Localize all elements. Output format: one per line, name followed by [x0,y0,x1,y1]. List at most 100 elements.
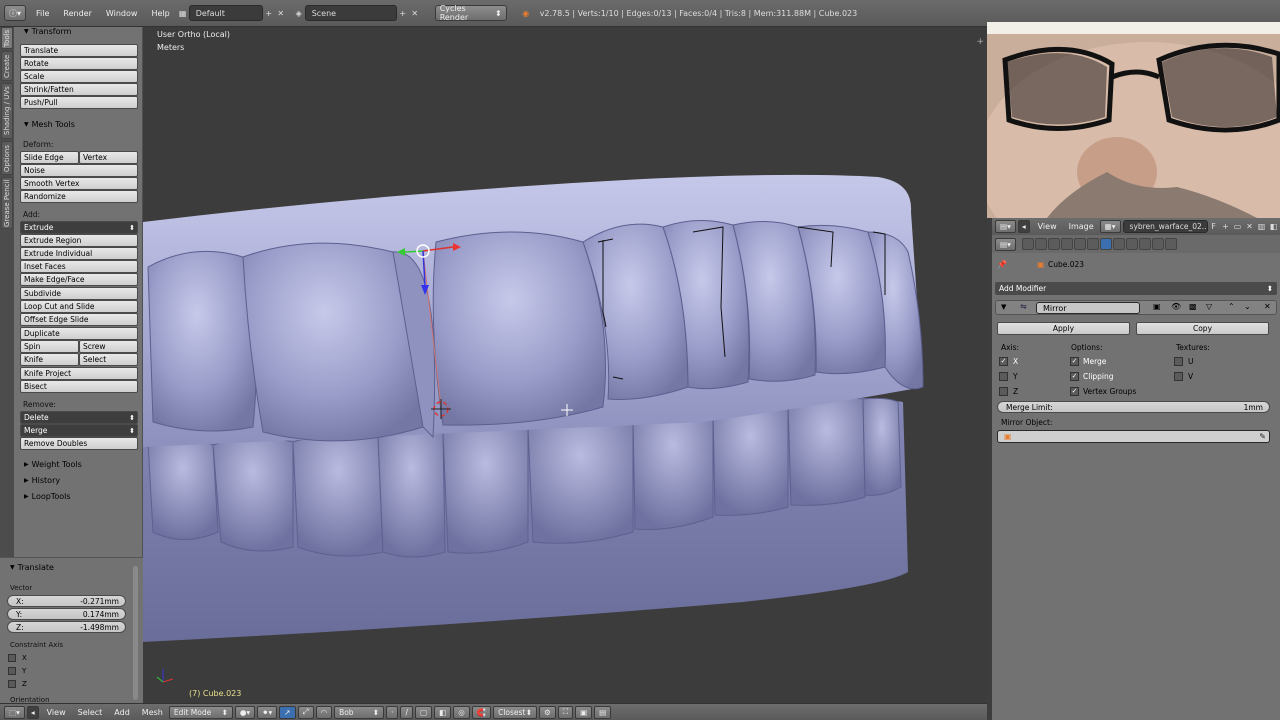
screw-button[interactable]: Screw [79,340,138,353]
image-browse-icon[interactable]: ▦▾ [1099,220,1121,233]
tab-create[interactable]: Create [1,51,13,81]
proportional-edit-icon[interactable]: ◎ [453,705,470,719]
editor-type-3d-button[interactable]: ⬚▾ [4,705,25,719]
modifier-cage-icon[interactable]: ▽ [1206,302,1212,311]
menu-render[interactable]: Render [63,9,91,18]
image-fake-user[interactable]: F [1208,221,1220,233]
texture-u-checkbox[interactable] [1174,357,1183,366]
extrude-menu[interactable]: Extrude [20,221,138,234]
modifier-viewport-icon[interactable]: 👁 [1171,302,1181,311]
snap-toggle-icon[interactable]: 🧲 [471,705,492,719]
image-menu-view[interactable]: View [1038,222,1057,231]
pin-icon[interactable]: 📌 [997,260,1007,269]
knife-select-button[interactable]: Select [79,353,138,366]
shrink-fatten-button[interactable]: Shrink/Fatten [20,83,138,96]
material-tab-icon[interactable] [1125,238,1138,250]
object-tab-icon[interactable] [1073,238,1086,250]
rotate-button[interactable]: Rotate [20,57,138,70]
knife-button[interactable]: Knife [20,353,79,366]
editor-type-button[interactable]: ⓘ▾ [4,5,27,21]
constraint-z-checkbox[interactable] [8,680,16,688]
texture-v-checkbox[interactable] [1174,372,1183,381]
menu-window[interactable]: Window [106,9,138,18]
offset-edge-slide-button[interactable]: Offset Edge Slide [20,313,138,326]
make-edge-face-button[interactable]: Make Edge/Face [20,273,138,286]
image-view-icon[interactable]: ◧ [1268,221,1280,233]
add-layout-icon[interactable]: + [263,7,275,19]
clipping-checkbox[interactable]: ✓ [1070,372,1079,381]
face-select-icon[interactable]: ▢ [415,705,433,719]
image-header-toggle[interactable]: ◂ [1017,220,1030,233]
loop-cut-slide-button[interactable]: Loop Cut and Slide [20,300,138,313]
spin-button[interactable]: Spin [20,340,79,353]
panel-looptools[interactable]: LoopTools [14,489,143,503]
layout-grid-icon[interactable]: ▦ [177,7,189,19]
translate-manipulator-icon[interactable]: ⤢ [297,705,314,719]
image-pin-icon[interactable]: ▥ [1256,221,1268,233]
scale-button[interactable]: Scale [20,70,138,83]
menu-select[interactable]: Select [78,708,103,717]
render-engine-select[interactable]: Cycles Render ⬍ [434,4,507,22]
manipulator-toggle[interactable]: ↗ [279,705,296,719]
modifier-name-field[interactable]: Mirror [1036,302,1140,314]
physics-tab-icon[interactable] [1164,238,1177,250]
remove-doubles-button[interactable]: Remove Doubles [20,437,138,450]
image-add-icon[interactable]: + [1220,221,1232,233]
mode-select[interactable]: Edit Mode ⬍ [168,705,233,719]
panel-transform[interactable]: Transform [14,24,143,38]
axis-x-checkbox[interactable]: ✓ [999,357,1008,366]
modifier-render-icon[interactable]: ▣ [1153,302,1161,311]
eyedropper-icon[interactable]: ✎ [1259,432,1266,441]
slide-edge-button[interactable]: Slide Edge [20,151,79,164]
knife-project-button[interactable]: Knife Project [20,367,138,380]
image-name-field[interactable]: sybren_warface_02... [1122,220,1208,233]
properties-editor-type-button[interactable]: ▤▾ [995,237,1016,251]
bisect-button[interactable]: Bisect [20,380,138,393]
constraints-tab-icon[interactable] [1086,238,1099,250]
rotate-manipulator-icon[interactable]: ◠ [315,705,333,719]
snap-project-icon[interactable]: ⛶ [557,705,574,719]
apply-button[interactable]: Apply [997,322,1130,335]
smooth-vertex-button[interactable]: Smooth Vertex [20,177,138,190]
noise-button[interactable]: Noise [20,164,138,177]
menu-view[interactable]: View [47,708,66,717]
extrude-individual-button[interactable]: Extrude Individual [20,247,138,260]
pivot-select[interactable]: ⚫▾ [257,705,278,719]
add-modifier-dropdown[interactable]: Add Modifier ⬍ [995,282,1277,295]
modifier-up-icon[interactable]: ⌃ [1228,302,1235,311]
delete-menu[interactable]: Delete [20,411,138,424]
tab-grease-pencil[interactable]: Grease Pencil [1,177,13,229]
image-unlink-icon[interactable]: ✕ [1244,221,1256,233]
translate-button[interactable]: Translate [20,44,138,57]
scene-tab-icon[interactable] [1047,238,1060,250]
image-menu-image[interactable]: Image [1069,222,1094,231]
limit-selection-icon[interactable]: ◧ [434,705,452,719]
panel-mesh-tools[interactable]: Mesh Tools [14,117,143,131]
panel-history[interactable]: History [14,473,143,487]
axis-y-checkbox[interactable] [999,372,1008,381]
operator-title[interactable]: Translate [0,560,143,574]
axis-z-checkbox[interactable] [999,387,1008,396]
constraint-x-checkbox[interactable] [8,654,16,662]
modifier-down-icon[interactable]: ⌄ [1244,302,1251,311]
tab-tools[interactable]: Tools [1,27,13,49]
remove-layout-icon[interactable]: ✕ [275,7,287,19]
add-scene-icon[interactable]: + [397,7,409,19]
modifiers-tab-icon[interactable] [1099,238,1112,250]
push-pull-button[interactable]: Push/Pull [20,96,138,109]
duplicate-button[interactable]: Duplicate [20,327,138,340]
render-anim-icon[interactable]: ▤ [594,705,612,719]
modifier-editmode-icon[interactable]: ▩ [1189,302,1197,311]
merge-limit-field[interactable]: Merge Limit: 1mm [997,401,1270,413]
copy-button[interactable]: Copy [1136,322,1269,335]
data-tab-icon[interactable] [1112,238,1125,250]
randomize-button[interactable]: Randomize [20,190,138,203]
panel-weight-tools[interactable]: Weight Tools [14,457,143,471]
snap-rotation-icon[interactable]: ⚙ [539,705,556,719]
texture-tab-icon[interactable] [1138,238,1151,250]
image-editor-type-button[interactable]: ▤▾ [995,220,1016,233]
viewport-corner-widget[interactable]: + [976,37,984,47]
modifier-remove-icon[interactable]: ✕ [1264,302,1271,311]
menu-add[interactable]: Add [114,708,130,717]
inset-faces-button[interactable]: Inset Faces [20,260,138,273]
